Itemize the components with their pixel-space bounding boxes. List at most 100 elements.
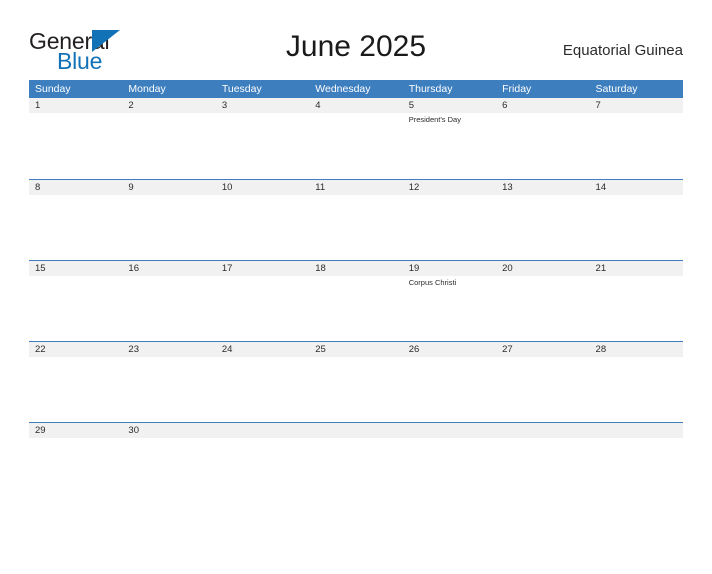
- weekday-header-friday: Friday: [502, 83, 532, 95]
- day-cell: [216, 438, 309, 503]
- day-number[interactable]: 8: [29, 180, 122, 195]
- day-cell[interactable]: [590, 357, 683, 422]
- day-number[interactable]: 5: [403, 98, 496, 113]
- day-number-band: 8 9 10 11 12 13 14: [29, 180, 683, 195]
- day-number[interactable]: 7: [590, 98, 683, 113]
- calendar-week-row: 22 23 24 25 26 27 28: [29, 341, 683, 422]
- weekday-header-thursday: Thursday: [408, 83, 453, 95]
- day-cell: [496, 438, 589, 503]
- day-cell: [590, 438, 683, 503]
- day-cell[interactable]: [309, 357, 402, 422]
- day-number[interactable]: 12: [403, 180, 496, 195]
- day-number[interactable]: 4: [309, 98, 402, 113]
- day-cell[interactable]: [29, 357, 122, 422]
- day-content-band: Corpus Christi: [29, 276, 683, 341]
- day-cell[interactable]: [309, 113, 402, 178]
- day-number[interactable]: 28: [590, 342, 683, 357]
- day-number-empty: [403, 423, 496, 438]
- day-cell[interactable]: [216, 276, 309, 341]
- day-cell[interactable]: [216, 357, 309, 422]
- day-number[interactable]: 3: [216, 98, 309, 113]
- calendar-grid: Sunday Monday Tuesday Wednesday Thursday…: [29, 80, 683, 503]
- holiday-event-label: Corpus Christi: [408, 278, 457, 287]
- day-number[interactable]: 19: [403, 261, 496, 276]
- day-cell[interactable]: [403, 195, 496, 260]
- day-cell[interactable]: [216, 113, 309, 178]
- day-number-empty: [216, 423, 309, 438]
- day-number[interactable]: 2: [122, 98, 215, 113]
- day-number[interactable]: 26: [403, 342, 496, 357]
- page-header: General Blue June 2025 Equatorial Guinea: [29, 24, 683, 76]
- day-cell[interactable]: [122, 357, 215, 422]
- day-number-band: 1234567: [29, 98, 683, 113]
- day-number[interactable]: 29: [29, 423, 122, 438]
- day-content-band: President's Day: [29, 113, 683, 178]
- day-cell[interactable]: [590, 276, 683, 341]
- day-number-band: 29 30: [29, 423, 683, 438]
- day-cell[interactable]: Corpus Christi: [403, 276, 496, 341]
- day-cell[interactable]: [309, 276, 402, 341]
- day-number[interactable]: 6: [496, 98, 589, 113]
- day-number[interactable]: 18: [309, 261, 402, 276]
- day-number[interactable]: 25: [309, 342, 402, 357]
- day-cell[interactable]: [29, 195, 122, 260]
- day-cell[interactable]: [496, 195, 589, 260]
- day-number[interactable]: 20: [496, 261, 589, 276]
- day-cell[interactable]: [122, 438, 215, 503]
- day-number-band: 15 16 17 18 19 20 21: [29, 261, 683, 276]
- day-number[interactable]: 21: [590, 261, 683, 276]
- day-cell: [403, 438, 496, 503]
- day-number[interactable]: 15: [29, 261, 122, 276]
- day-cell[interactable]: President's Day: [403, 113, 496, 178]
- day-cell[interactable]: [216, 195, 309, 260]
- weekday-header-tuesday: Tuesday: [221, 83, 262, 95]
- day-cell[interactable]: [590, 113, 683, 178]
- region-label: Equatorial Guinea: [562, 42, 683, 59]
- day-number-empty: [590, 423, 683, 438]
- day-cell[interactable]: [29, 276, 122, 341]
- day-number[interactable]: 13: [496, 180, 589, 195]
- day-cell[interactable]: [29, 113, 122, 178]
- calendar-week-row: 8 9 10 11 12 13 14: [29, 179, 683, 260]
- day-cell[interactable]: [496, 276, 589, 341]
- day-cell: [309, 438, 402, 503]
- day-number[interactable]: 16: [122, 261, 215, 276]
- day-cell[interactable]: [496, 113, 589, 178]
- day-cell[interactable]: [122, 276, 215, 341]
- calendar-page: General Blue June 2025 Equatorial Guinea…: [0, 24, 712, 574]
- day-number[interactable]: 14: [590, 180, 683, 195]
- day-cell[interactable]: [590, 195, 683, 260]
- day-number-band: 22 23 24 25 26 27 28: [29, 342, 683, 357]
- day-number[interactable]: 10: [216, 180, 309, 195]
- day-number[interactable]: 30: [122, 423, 215, 438]
- day-cell[interactable]: [309, 195, 402, 260]
- weekday-header-row: Sunday Monday Tuesday Wednesday Thursday…: [29, 80, 683, 98]
- calendar-weeks: 1 2 3 4 5 6 7 President's Day 8 9 10 11 12 13 14 15 16 17…: [29, 98, 683, 503]
- weekday-header-sunday: Sunday: [35, 83, 71, 95]
- day-number-empty: [496, 423, 589, 438]
- day-number[interactable]: 11: [309, 180, 402, 195]
- day-number-empty: [309, 423, 402, 438]
- day-number[interactable]: 27: [496, 342, 589, 357]
- day-content-band: [29, 195, 683, 260]
- day-content-band: [29, 438, 683, 503]
- weekday-header-wednesday: Wednesday: [315, 83, 371, 95]
- day-cell[interactable]: [122, 113, 215, 178]
- day-number[interactable]: 17: [216, 261, 309, 276]
- day-number[interactable]: 1: [29, 98, 122, 113]
- day-cell[interactable]: [403, 357, 496, 422]
- day-cell[interactable]: [122, 195, 215, 260]
- day-number[interactable]: 9: [122, 180, 215, 195]
- calendar-week-row: 15 16 17 18 19 20 21 Corpus Christi: [29, 260, 683, 341]
- weekday-header-monday: Monday: [128, 83, 166, 95]
- day-cell[interactable]: [29, 438, 122, 503]
- day-number[interactable]: 23: [122, 342, 215, 357]
- holiday-event-label: President's Day: [408, 115, 461, 124]
- day-content-band: [29, 357, 683, 422]
- day-number[interactable]: 22: [29, 342, 122, 357]
- calendar-week-row: 29 30: [29, 422, 683, 503]
- day-number[interactable]: 24: [216, 342, 309, 357]
- calendar-week-row: 1 2 3 4 5 6 7 President's Day: [29, 98, 683, 179]
- day-cell[interactable]: [496, 357, 589, 422]
- weekday-header-saturday: Saturday: [595, 83, 638, 95]
